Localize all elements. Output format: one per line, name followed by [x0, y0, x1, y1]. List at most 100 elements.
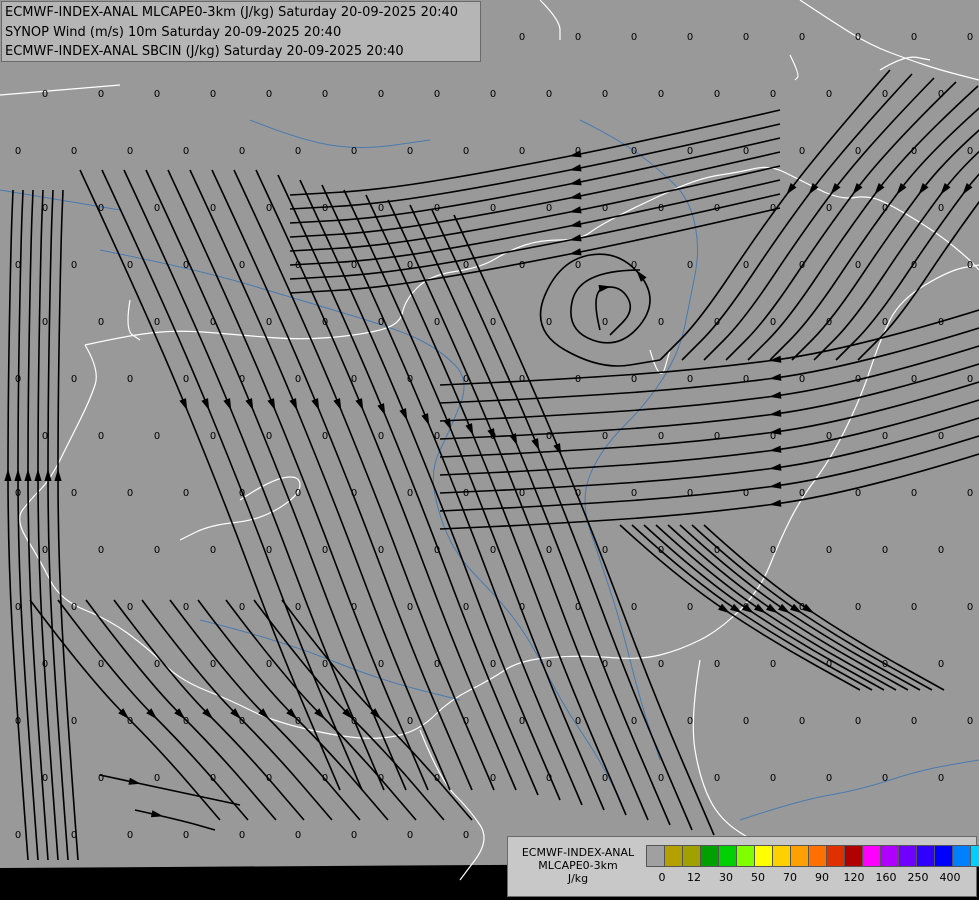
- station-value: 0: [239, 488, 245, 499]
- station-value: 0: [210, 89, 216, 100]
- legend-tick-label: 0: [658, 871, 666, 884]
- station-value: 0: [799, 32, 805, 43]
- station-value: 0: [154, 545, 160, 556]
- station-value: 0: [826, 659, 832, 670]
- station-value: 0: [266, 89, 272, 100]
- station-value: 0: [183, 146, 189, 157]
- station-value: 0: [911, 260, 917, 271]
- station-value: 0: [295, 260, 301, 271]
- station-value: 0: [575, 488, 581, 499]
- station-value: 0: [658, 545, 664, 556]
- station-value: 0: [239, 146, 245, 157]
- station-value: 0: [546, 89, 552, 100]
- station-value: 0: [687, 374, 693, 385]
- station-value: 0: [826, 431, 832, 442]
- station-value: 0: [602, 203, 608, 214]
- station-value: 0: [882, 89, 888, 100]
- station-value: 0: [351, 374, 357, 385]
- color-legend: ECMWF-INDEX-ANAL MLCAPE0-3km J/kg 0 12 30 5…: [507, 836, 979, 897]
- station-value: 0: [770, 89, 776, 100]
- station-value: 0: [714, 773, 720, 784]
- station-value: 0: [743, 488, 749, 499]
- station-value: 0: [15, 488, 21, 499]
- station-value: 0: [911, 716, 917, 727]
- station-value: 0: [826, 203, 832, 214]
- station-value: 0: [799, 260, 805, 271]
- station-value: 0: [351, 488, 357, 499]
- station-value: 0: [239, 830, 245, 841]
- station-value: 0: [42, 659, 48, 670]
- station-value: 0: [967, 260, 973, 271]
- station-value: 0: [967, 374, 973, 385]
- station-value: 0: [602, 431, 608, 442]
- station-value: 0: [127, 260, 133, 271]
- station-value: 0: [714, 659, 720, 670]
- station-value: 0: [743, 260, 749, 271]
- station-value: 0: [351, 260, 357, 271]
- station-value: 0: [98, 545, 104, 556]
- station-value: 0: [351, 716, 357, 727]
- station-value: 0: [714, 431, 720, 442]
- legend-swatch: [718, 845, 737, 867]
- station-value: 0: [71, 146, 77, 157]
- legend-swatch: [772, 845, 791, 867]
- station-value: 0: [490, 317, 496, 328]
- station-value: 0: [770, 317, 776, 328]
- station-value: 0: [42, 545, 48, 556]
- station-value: 0: [463, 830, 469, 841]
- station-value: 0: [98, 89, 104, 100]
- station-value: 0: [322, 317, 328, 328]
- legend-swatch: [664, 845, 683, 867]
- station-value: 0: [127, 488, 133, 499]
- station-value: 0: [407, 488, 413, 499]
- map-info-header: ECMWF-INDEX-ANAL MLCAPE0-3km (J/kg) Satu…: [1, 1, 481, 62]
- station-value: 0: [546, 431, 552, 442]
- station-value: 0: [42, 431, 48, 442]
- station-value: 0: [938, 773, 944, 784]
- station-value: 0: [575, 32, 581, 43]
- station-value: 0: [434, 545, 440, 556]
- station-value: 0: [743, 32, 749, 43]
- station-value: 0: [743, 374, 749, 385]
- station-value: 0: [71, 488, 77, 499]
- station-value: 0: [154, 203, 160, 214]
- station-value: 0: [519, 488, 525, 499]
- station-value: 0: [770, 545, 776, 556]
- station-value: 0: [658, 203, 664, 214]
- legend-model: ECMWF-INDEX-ANAL: [521, 846, 635, 859]
- station-value: 0: [546, 545, 552, 556]
- map-canvas[interactable]: 0 0 0 0 0 0 0 0 0 0 0 0 0 0 0 0 0 0 0 0 0 0 0 0 0 0 0 0 0 0 0 0 0 0 0 0 0 0 0 0…: [0, 0, 979, 900]
- station-value: 0: [855, 32, 861, 43]
- station-value: 0: [463, 716, 469, 727]
- station-value: 0: [687, 602, 693, 613]
- station-value: 0: [743, 602, 749, 613]
- station-value: 0: [938, 89, 944, 100]
- station-value: 0: [546, 317, 552, 328]
- station-value: 0: [658, 89, 664, 100]
- station-value: 0: [575, 374, 581, 385]
- legend-tick-label: 50: [751, 871, 765, 884]
- station-value: 0: [266, 317, 272, 328]
- station-value: 0: [799, 716, 805, 727]
- station-value: 0: [631, 374, 637, 385]
- station-value: 0: [15, 260, 21, 271]
- legend-swatch: [916, 845, 935, 867]
- station-value: 0: [351, 602, 357, 613]
- station-value: 0: [127, 830, 133, 841]
- station-value: 0: [378, 89, 384, 100]
- station-value: 0: [434, 773, 440, 784]
- station-value: 0: [71, 830, 77, 841]
- station-value: 0: [239, 716, 245, 727]
- station-value: 0: [743, 146, 749, 157]
- station-value: 0: [855, 146, 861, 157]
- station-value: 0: [799, 488, 805, 499]
- station-value: 0: [407, 146, 413, 157]
- station-value: 0: [714, 203, 720, 214]
- station-value: 0: [407, 374, 413, 385]
- legend-swatch: [700, 845, 719, 867]
- station-value: 0: [855, 716, 861, 727]
- station-value: 0: [687, 260, 693, 271]
- station-value: 0: [882, 317, 888, 328]
- legend-swatch: [808, 845, 827, 867]
- station-value: 0: [42, 773, 48, 784]
